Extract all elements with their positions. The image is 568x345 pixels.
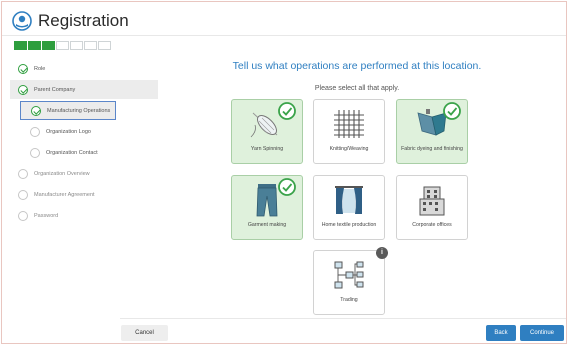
progress-segment — [56, 41, 69, 50]
empty-circle-icon — [18, 189, 28, 200]
flowchart-icon — [314, 257, 384, 293]
option-knitting-weaving[interactable]: Knitting/Weaving — [313, 99, 385, 164]
option-label: Corporate offices — [412, 222, 452, 228]
step-label: Manufacturing Operations — [47, 107, 111, 114]
step-label: Organization Contact — [46, 149, 98, 156]
sidebar-step-organization-overview[interactable]: Organization Overview — [10, 164, 158, 183]
progress-segment — [42, 41, 55, 50]
step-label: Role — [34, 65, 46, 72]
sidebar-step-manufacturing-operations[interactable]: Manufacturing Operations — [20, 101, 116, 120]
sidebar-step-parent-company[interactable]: Parent Company — [10, 80, 158, 99]
option-home-textile-production[interactable]: Home textile production — [313, 175, 385, 240]
weave-icon — [314, 106, 384, 142]
check-circle-icon — [18, 63, 28, 74]
sidebar-step-manufacturer-agreement[interactable]: Manufacturer Agreement — [10, 185, 158, 204]
building-icon — [397, 182, 467, 218]
option-label: Trading — [340, 297, 358, 303]
empty-circle-icon — [30, 147, 40, 158]
empty-circle-icon — [18, 168, 28, 179]
globe-hand-logo-icon — [12, 11, 32, 31]
steps-sidebar: Role Parent Company Manufacturing Operat… — [10, 59, 158, 227]
progress-segment — [28, 41, 41, 50]
step-label: Manufacturer Agreement — [34, 191, 95, 198]
page-title: Registration — [38, 11, 129, 30]
sidebar-step-organization-logo[interactable]: Organization Logo — [20, 122, 116, 141]
info-icon[interactable]: i — [376, 247, 388, 259]
step-label: Organization Logo — [46, 128, 91, 135]
back-button[interactable]: Back — [486, 325, 516, 341]
option-label: Fabric dyeing and finishing — [401, 146, 463, 152]
step-label: Parent Company — [34, 86, 76, 93]
option-label: Home textile production — [321, 222, 377, 228]
step-label: Organization Overview — [34, 170, 90, 177]
empty-circle-icon — [18, 210, 28, 221]
option-label: Knitting/Weaving — [329, 146, 369, 152]
option-garment-making[interactable]: Garment making — [231, 175, 303, 240]
progress-segment — [14, 41, 27, 50]
header-divider — [2, 35, 566, 36]
cancel-button[interactable]: Cancel — [121, 325, 168, 341]
progress-bar — [14, 41, 111, 50]
footer-divider — [120, 318, 566, 319]
sidebar-step-role[interactable]: Role — [10, 59, 158, 78]
progress-segment — [98, 41, 111, 50]
sidebar-step-organization-contact[interactable]: Organization Contact — [20, 143, 116, 162]
progress-segment — [84, 41, 97, 50]
header: Registration — [12, 8, 129, 34]
option-label: Yarn Spinning — [250, 146, 284, 152]
option-yarn-spinning[interactable]: Yarn Spinning — [231, 99, 303, 164]
option-fabric-dyeing-finishing[interactable]: Fabric dyeing and finishing — [396, 99, 468, 164]
empty-circle-icon — [30, 126, 40, 137]
curtains-icon — [314, 182, 384, 218]
main-subheading: Please select all that apply. — [314, 85, 400, 92]
check-circle-icon — [18, 84, 28, 95]
step-label: Password — [34, 212, 59, 219]
check-circle-icon — [31, 105, 41, 116]
sidebar-step-password[interactable]: Password — [10, 206, 158, 225]
selected-check-icon — [443, 102, 461, 120]
selected-check-icon — [278, 178, 296, 196]
progress-segment — [70, 41, 83, 50]
selected-check-icon — [278, 102, 296, 120]
option-label: Garment making — [247, 222, 287, 228]
main-heading: Tell us what operations are performed at… — [232, 60, 482, 72]
option-corporate-offices[interactable]: Corporate offices — [396, 175, 468, 240]
continue-button[interactable]: Continue — [520, 325, 564, 341]
option-trading[interactable]: Trading i — [313, 247, 388, 315]
